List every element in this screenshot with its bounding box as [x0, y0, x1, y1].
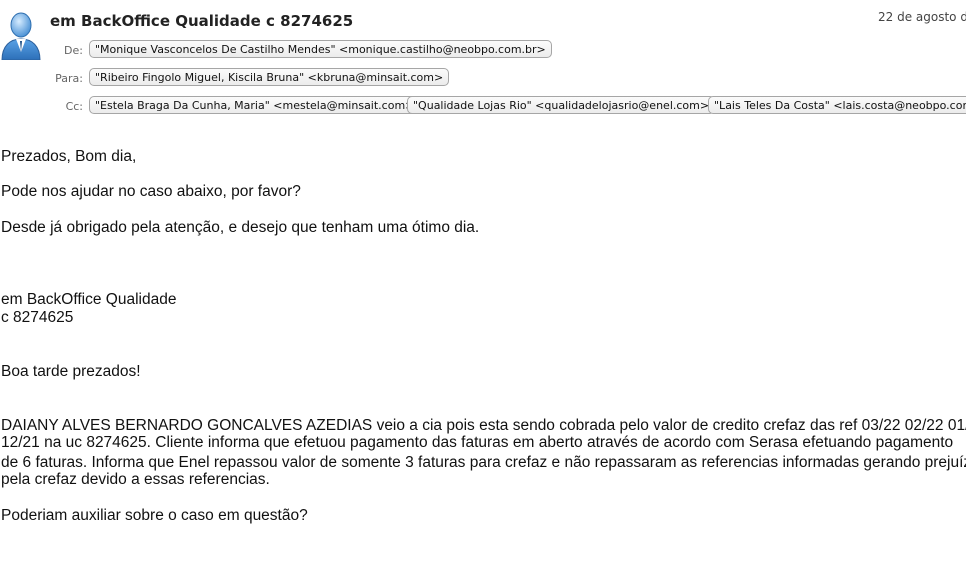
from-label: De: — [64, 44, 83, 57]
from-chip[interactable]: "Monique Vasconcelos De Castilho Mendes"… — [89, 40, 552, 58]
cc-chip-1[interactable]: "Estela Braga Da Cunha, Maria" <mestela@… — [89, 96, 421, 114]
cc-row: Cc: "Estela Braga Da Cunha, Maria" <mest… — [0, 96, 966, 118]
quote-title-line-1: em BackOffice Qualidade — [1, 291, 177, 308]
from-row: De: "Monique Vasconcelos De Castilho Men… — [0, 40, 966, 62]
body-greeting: Prezados, Bom dia, — [1, 148, 137, 165]
quote-paragraph-line-4: pela crefaz devido a essas referencias. — [1, 471, 270, 488]
body-thanks: Desde já obrigado pela atenção, e desejo… — [1, 219, 480, 236]
quote-paragraph-line-1: DAIANY ALVES BERNARDO GONCALVES AZEDIAS … — [1, 417, 966, 434]
quote-paragraph-line-2: 12/21 na uc 8274625. Cliente informa que… — [1, 434, 954, 451]
body-request: Pode nos ajudar no caso abaixo, por favo… — [1, 183, 301, 200]
to-chip[interactable]: "Ribeiro Fingolo Miguel, Kiscila Bruna" … — [89, 68, 450, 86]
cc-chip-2[interactable]: "Qualidade Lojas Rio" <qualidadelojasrio… — [407, 96, 716, 114]
email-date: 22 de agosto de — [878, 10, 966, 24]
cc-chip-3[interactable]: "Lais Teles Da Costa" <lais.costa@neobpo… — [708, 96, 966, 114]
quote-closing: Poderiam auxiliar sobre o caso em questã… — [1, 507, 308, 524]
cc-label: Cc: — [65, 100, 83, 113]
to-row: Para: "Ribeiro Fingolo Miguel, Kiscila B… — [0, 68, 966, 90]
email-subject: em BackOffice Qualidade c 8274625 — [50, 12, 354, 30]
quote-paragraph-line-3: de 6 faturas. Informa que Enel repassou … — [1, 454, 966, 471]
to-label: Para: — [55, 72, 83, 85]
email-body: Prezados, Bom dia, Pode nos ajudar no ca… — [0, 120, 966, 586]
quote-title-line-2: c 8274625 — [1, 309, 74, 326]
quote-greeting: Boa tarde prezados! — [1, 363, 141, 380]
email-header: em BackOffice Qualidade c 8274625 22 de … — [0, 0, 966, 120]
